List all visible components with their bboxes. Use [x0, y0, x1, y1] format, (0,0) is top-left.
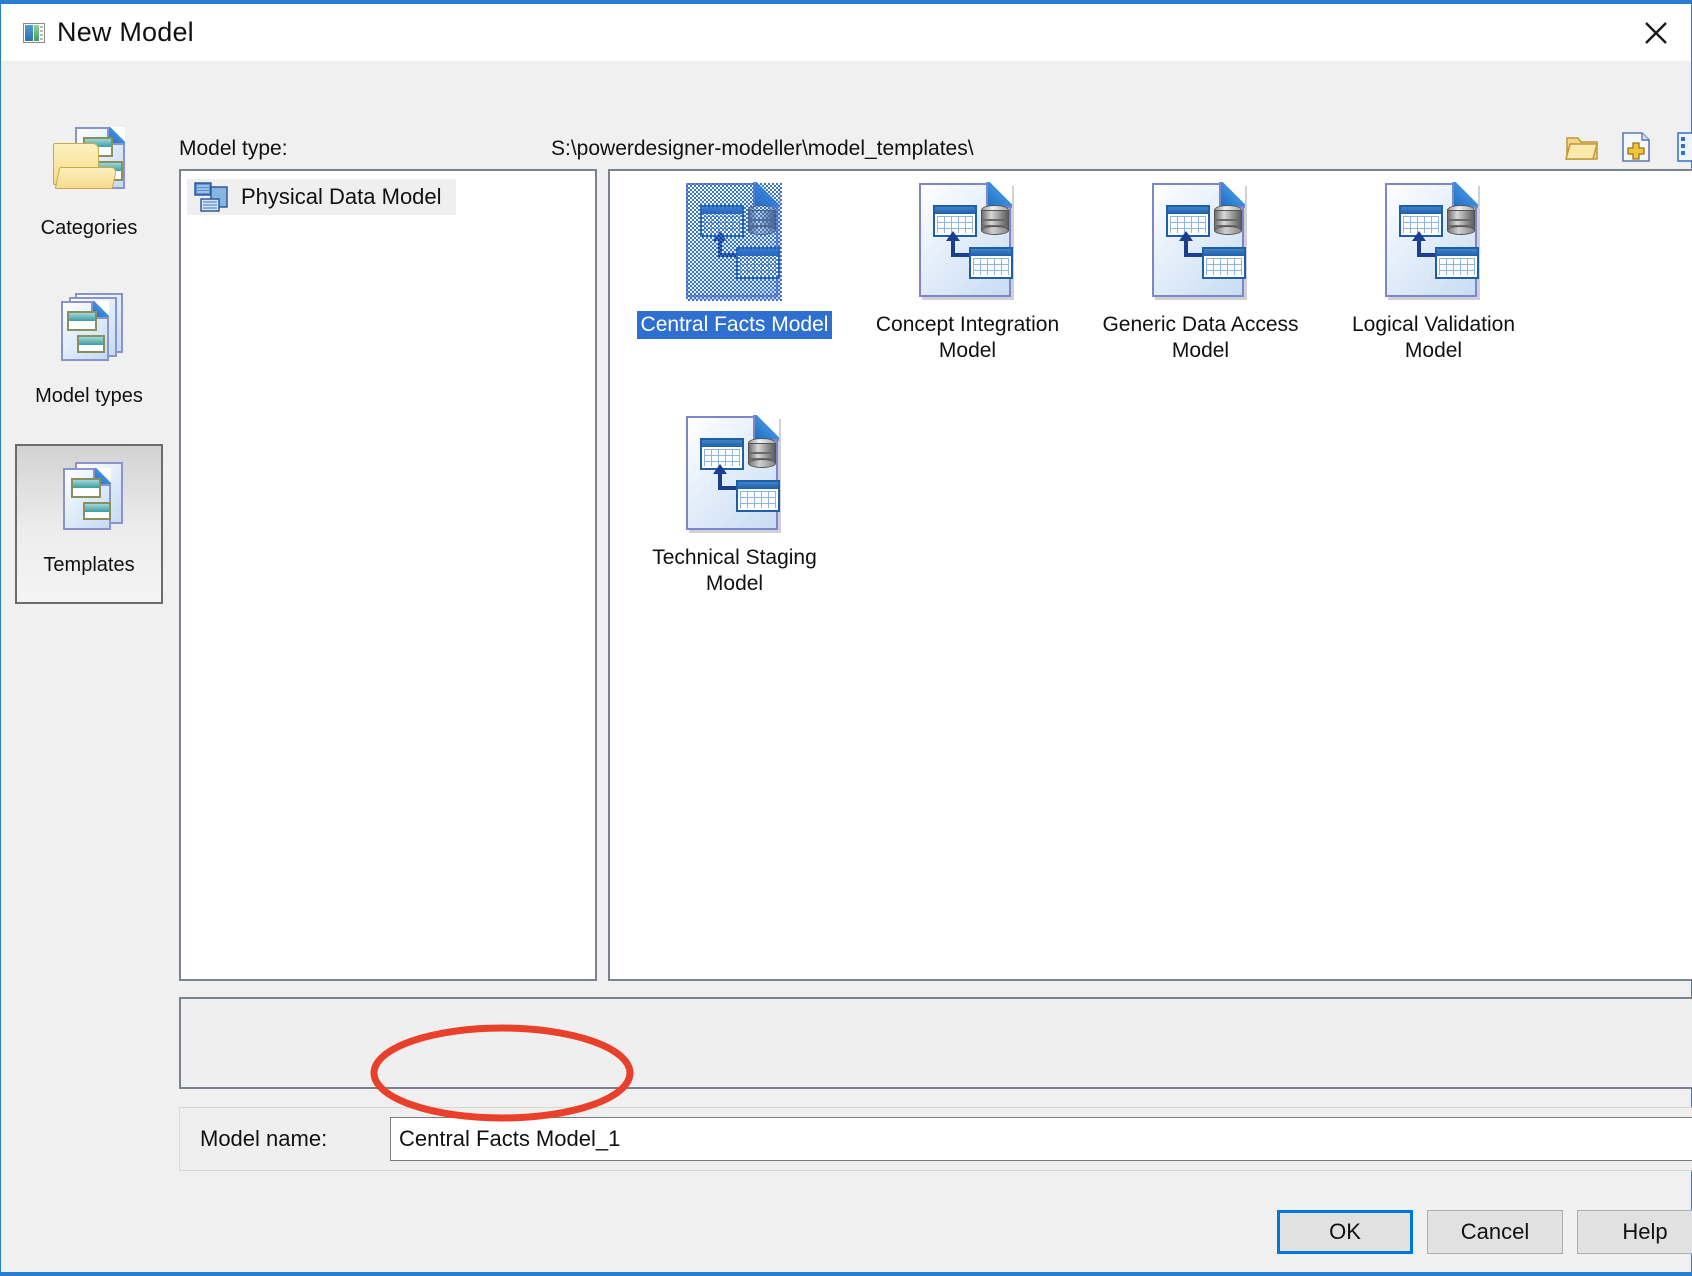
template-item-generic-data-access-model[interactable]: Generic Data Access Model: [1084, 177, 1317, 410]
model-name-row: Model name: Central Facts Model_1: [179, 1107, 1692, 1171]
sidebar-item-label: Templates: [43, 554, 135, 576]
template-item-concept-integration-model[interactable]: Concept Integration Model: [851, 177, 1084, 410]
close-icon[interactable]: [1621, 4, 1691, 61]
template-item-label: Central Facts Model: [636, 311, 833, 339]
templates-panel[interactable]: Central Facts Model Concept Integration …: [608, 169, 1692, 981]
tree-item-physical-data-model[interactable]: Physical Data Model: [187, 179, 456, 215]
description-panel: [179, 997, 1692, 1089]
template-item-label: Concept Integration Model: [875, 313, 1060, 362]
template-item-logical-validation-model[interactable]: Logical Validation Model: [1317, 177, 1550, 410]
open-folder-icon[interactable]: [1565, 131, 1599, 163]
model-type-label: Model type:: [179, 137, 288, 160]
dialog-button-row: OK Cancel Help: [1277, 1210, 1692, 1254]
templates-grid: Central Facts Model Concept Integration …: [610, 171, 1692, 979]
new-document-icon[interactable]: [1621, 131, 1655, 163]
ok-button[interactable]: OK: [1277, 1210, 1413, 1254]
template-item-label: Logical Validation Model: [1351, 313, 1516, 362]
help-button[interactable]: Help: [1577, 1210, 1692, 1254]
sidebar-item-templates[interactable]: Templates: [15, 444, 163, 604]
cancel-button[interactable]: Cancel: [1427, 1210, 1563, 1254]
tree-item-label: Physical Data Model: [241, 184, 442, 209]
title-bar: New Model: [1, 4, 1691, 61]
model-types-icon: [45, 291, 133, 375]
list-view-icon[interactable]: [1677, 131, 1692, 163]
templates-icon: [45, 460, 133, 544]
categories-icon: [45, 123, 133, 207]
sidebar-item-model-types[interactable]: Model types: [15, 276, 163, 436]
model-window-icon: [23, 22, 45, 43]
template-item-technical-staging-model[interactable]: Technical Staging Model: [618, 410, 851, 643]
model-template-icon: [682, 414, 788, 538]
header-toolbar: [1565, 131, 1692, 163]
model-type-tree-panel[interactable]: Physical Data Model: [179, 169, 597, 981]
model-template-icon: [682, 181, 788, 305]
sidebar-item-label: Model types: [35, 385, 143, 407]
model-template-icon: [1381, 181, 1487, 305]
template-path-label: S:\powerdesigner-modeller\model_template…: [551, 137, 974, 160]
sidebar: Categories Model types Templates: [15, 108, 163, 612]
sidebar-item-categories[interactable]: Categories: [15, 108, 163, 268]
model-template-icon: [915, 181, 1021, 305]
window-title: New Model: [57, 17, 194, 47]
dialog-body: Model type: S:\powerdesigner-modeller\mo…: [1, 61, 1692, 1272]
physical-data-model-icon: [193, 181, 231, 213]
model-name-label: Model name:: [200, 1126, 328, 1151]
sidebar-item-label: Categories: [40, 217, 138, 239]
template-item-label: Technical Staging Model: [652, 546, 817, 595]
model-template-icon: [1148, 181, 1254, 305]
template-item-central-facts-model[interactable]: Central Facts Model: [618, 177, 851, 410]
model-name-input[interactable]: Central Facts Model_1: [390, 1117, 1692, 1161]
template-item-label: Generic Data Access Model: [1102, 313, 1299, 362]
new-model-dialog: New Model Model type: S:\powerdesigner-m…: [0, 0, 1692, 1276]
